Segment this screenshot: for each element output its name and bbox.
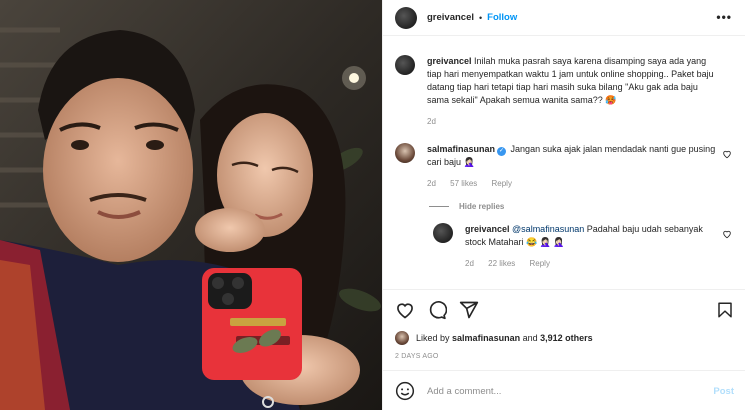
reply-username[interactable]: greivancel: [465, 224, 510, 234]
bookmark-icon[interactable]: [716, 300, 734, 320]
post-header: greivancel • Follow •••: [383, 0, 745, 36]
post-actions: Liked by salmafinasunan and 3,912 others…: [383, 289, 745, 410]
comment-icon[interactable]: [427, 300, 447, 320]
post-panel: greivancel • Follow ••• greivancel Inila…: [382, 0, 745, 410]
reply-body: greivancel @salmafinasunan Padahal baju …: [465, 223, 715, 270]
selfie-illustration: [0, 0, 382, 410]
post-photo[interactable]: [0, 0, 382, 410]
hide-replies-button[interactable]: Hide replies: [429, 202, 732, 211]
comments-list: greivancel Inilah muka pasrah saya karen…: [383, 37, 745, 289]
instagram-post-modal: greivancel • Follow ••• greivancel Inila…: [0, 0, 745, 410]
likes-summary: Liked by salmafinasunan and 3,912 others: [395, 331, 593, 345]
like-reply-heart-icon[interactable]: [722, 229, 732, 239]
liked-by-and: and: [522, 333, 538, 343]
post-timestamp[interactable]: 2 DAYS AGO: [395, 353, 439, 360]
reply-button[interactable]: Reply: [492, 179, 512, 188]
reply-time[interactable]: 2d: [465, 259, 474, 268]
divider: [429, 206, 449, 207]
verified-badge-icon: ✓: [497, 147, 507, 156]
like-comment-heart-icon[interactable]: [722, 149, 732, 159]
reply-likes[interactable]: 22 likes: [488, 259, 515, 268]
post-button[interactable]: Post: [713, 386, 734, 397]
reply-meta: 2d 22 likes Reply: [465, 257, 715, 270]
caption-time[interactable]: 2d: [427, 117, 436, 126]
avatar[interactable]: [433, 223, 453, 243]
emoji-icon[interactable]: [395, 381, 415, 401]
comment-body: salmafinasunan ✓ Jangan suka ajak jalan m…: [427, 143, 717, 190]
separator-dot: •: [479, 12, 483, 23]
follow-button[interactable]: Follow: [487, 12, 517, 23]
liked-by-prefix: Liked by: [416, 333, 450, 343]
more-options-icon[interactable]: •••: [716, 10, 732, 24]
comment-item: salmafinasunan ✓ Jangan suka ajak jalan m…: [395, 143, 732, 190]
avatar[interactable]: [395, 143, 415, 163]
share-icon[interactable]: [459, 300, 479, 320]
add-comment-bar: Post: [383, 370, 745, 410]
comment-username[interactable]: salmafinasunan: [427, 144, 495, 154]
reply-item: greivancel @salmafinasunan Padahal baju …: [433, 223, 732, 270]
avatar[interactable]: [395, 6, 417, 29]
caption-meta: 2d: [427, 115, 717, 128]
author-username[interactable]: greivancel: [427, 12, 474, 23]
action-icons: [395, 300, 479, 320]
caption: greivancel Inilah muka pasrah saya karen…: [395, 55, 732, 128]
comment-likes[interactable]: 57 likes: [450, 179, 477, 188]
avatar[interactable]: [395, 55, 415, 75]
avatar[interactable]: [395, 331, 409, 345]
caption-body: greivancel Inilah muka pasrah saya karen…: [427, 55, 717, 128]
comment-input[interactable]: [427, 385, 687, 397]
hide-replies-label: Hide replies: [459, 202, 505, 211]
comment-time[interactable]: 2d: [427, 179, 436, 188]
heart-icon[interactable]: [395, 300, 415, 320]
liked-by-user[interactable]: salmafinasunan: [452, 333, 520, 343]
caption-username[interactable]: greivancel: [427, 56, 472, 66]
reply-reply-button[interactable]: Reply: [530, 259, 550, 268]
reply-mention[interactable]: @salmafinasunan: [512, 224, 584, 234]
liked-by-others[interactable]: 3,912 others: [540, 333, 593, 343]
comment-meta: 2d 57 likes Reply: [427, 177, 717, 190]
